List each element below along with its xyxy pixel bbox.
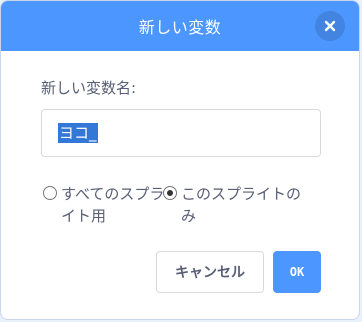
new-variable-dialog: 新しい変数 新しい変数名: ヨコ_ すべてのスプライト用 このスプライトのみ キ…: [0, 0, 360, 320]
dialog-header: 新しい変数: [1, 1, 359, 51]
variable-name-label: 新しい変数名:: [41, 79, 137, 97]
ok-button[interactable]: OK: [273, 251, 321, 293]
close-button[interactable]: [315, 11, 345, 41]
dialog-title: 新しい変数: [138, 18, 222, 37]
variable-name-input[interactable]: ヨコ_: [41, 109, 321, 157]
close-icon: [324, 20, 336, 32]
cancel-button[interactable]: キャンセル: [156, 251, 264, 293]
all-sprites-radio[interactable]: [43, 186, 57, 200]
variable-name-value: ヨコ_: [58, 123, 98, 143]
this-sprite-radio[interactable]: [163, 186, 177, 200]
scope-this-sprite-option[interactable]: このスプライトのみ: [163, 183, 323, 227]
this-sprite-label: このスプライトのみ: [181, 185, 302, 225]
radio-selected-dot: [167, 190, 173, 196]
all-sprites-label: すべてのスプライト用: [61, 185, 165, 225]
scope-all-sprites-option[interactable]: すべてのスプライト用: [43, 183, 178, 227]
